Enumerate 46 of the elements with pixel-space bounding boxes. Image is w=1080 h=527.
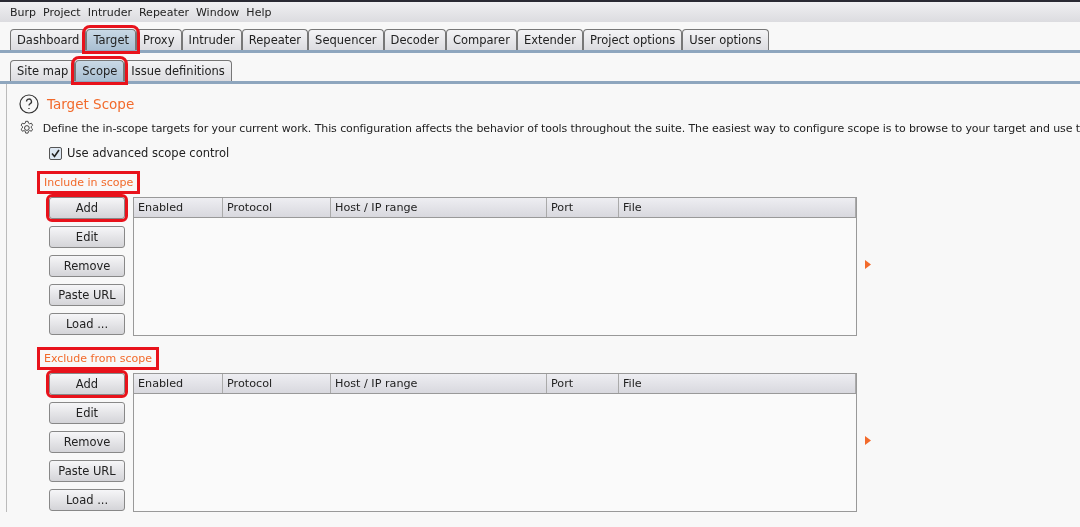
tab[interactable]: Decoder — [383, 29, 446, 50]
tab[interactable]: User options — [682, 29, 769, 50]
scope-button[interactable]: Edit — [49, 402, 125, 424]
menu-item[interactable]: Window — [196, 5, 240, 19]
tab[interactable]: Intruder — [181, 29, 242, 50]
menu-item[interactable]: Project — [43, 5, 81, 19]
column-header[interactable]: Port — [547, 374, 619, 393]
help-icon[interactable] — [19, 94, 39, 114]
checkbox-label: Use advanced scope control — [67, 146, 230, 160]
column-header[interactable]: Port — [547, 198, 619, 217]
menu-item[interactable]: Repeater — [138, 5, 189, 19]
scope-button[interactable]: Paste URL — [49, 460, 125, 482]
scope-button[interactable]: Add — [49, 373, 125, 395]
column-header[interactable]: Enabled — [134, 374, 223, 393]
tab[interactable]: Dashboard — [10, 29, 87, 50]
scope-button[interactable]: Paste URL — [49, 284, 125, 306]
column-header[interactable]: Protocol — [223, 198, 331, 217]
tab[interactable]: Issue definitions — [124, 60, 232, 81]
column-header[interactable]: Protocol — [223, 374, 331, 393]
checkbox[interactable] — [49, 146, 62, 160]
scope-button[interactable]: Load ... — [49, 489, 125, 511]
scope-button[interactable]: Remove — [49, 255, 125, 277]
tab[interactable]: Sequencer — [308, 29, 384, 50]
expand-arrow-icon[interactable] — [865, 436, 871, 445]
column-header[interactable]: Host / IP range — [331, 374, 547, 393]
scope-button[interactable]: Remove — [49, 431, 125, 453]
menu-item[interactable]: Burp — [10, 5, 37, 19]
description-text: Define the in-scope targets for your current work. This configuration affects the behavior of tools throughout the suite. The easiest way to configure scope is to browse to your target and use t — [42, 121, 1080, 135]
scope-button[interactable]: Load ... — [49, 313, 125, 335]
section-title: Include in scope — [40, 174, 138, 191]
section-title: Exclude from scope — [40, 350, 156, 367]
column-header[interactable]: Host / IP range — [331, 198, 547, 217]
tab[interactable]: Repeater — [241, 29, 309, 50]
tab[interactable]: Extender — [516, 29, 583, 50]
tab[interactable]: Comparer — [445, 29, 517, 50]
menu-item[interactable]: Help — [246, 5, 272, 19]
scope-button[interactable]: Add — [49, 197, 125, 219]
expand-arrow-icon[interactable] — [865, 260, 871, 269]
column-header[interactable]: File — [619, 198, 856, 217]
menu-item[interactable]: Intruder — [87, 5, 132, 19]
scope-button[interactable]: Edit — [49, 226, 125, 248]
column-header[interactable]: Enabled — [134, 198, 223, 217]
tab[interactable]: Site map — [10, 60, 76, 81]
tab[interactable]: Project options — [582, 29, 683, 50]
column-header[interactable]: File — [619, 374, 856, 393]
panel-title: Target Scope — [47, 96, 135, 112]
